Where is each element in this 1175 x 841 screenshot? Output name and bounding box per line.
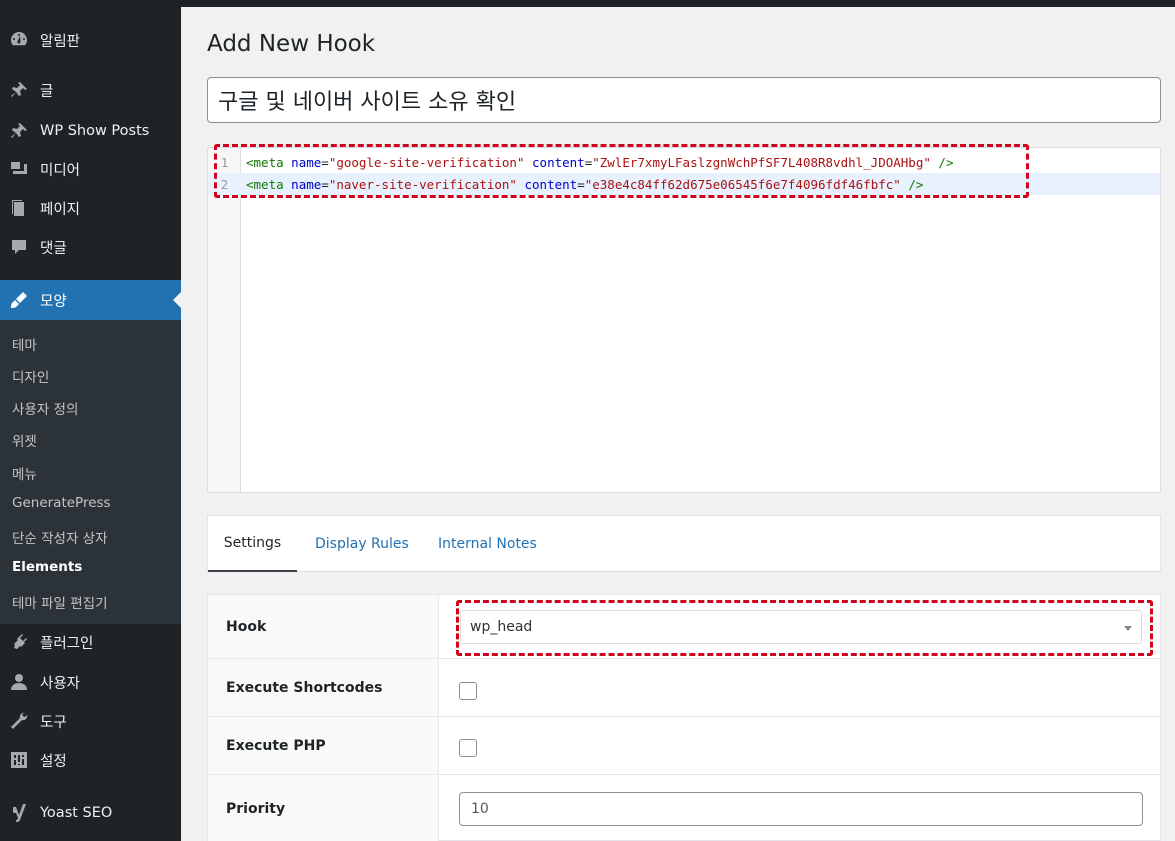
hook-label: Hook [208, 595, 439, 658]
settings-table: Hook wp_head Execute Shortcodes Execute … [207, 594, 1161, 841]
plugins-icon [9, 632, 29, 652]
comments-icon [9, 237, 29, 257]
users-icon [9, 672, 29, 692]
code-editor[interactable]: 1 <meta name="google-site-verification" … [207, 147, 1161, 493]
code-line[interactable]: 1 <meta name="google-site-verification" … [208, 151, 1160, 173]
tab-display-rules[interactable]: Display Rules [315, 516, 409, 572]
hook-title-input[interactable]: 구글 및 네이버 사이트 소유 확인 [207, 77, 1161, 123]
submenu-item-design[interactable]: 디자인 [12, 366, 49, 386]
sidebar-item-label: WP Show Posts [40, 123, 150, 139]
submenu-item-widgets[interactable]: 위젯 [12, 430, 37, 450]
sidebar-item-comments[interactable]: 댓글 [0, 231, 181, 263]
submenu-item-generatepress[interactable]: GeneratePress [12, 495, 111, 511]
priority-input[interactable]: 10 [459, 792, 1143, 826]
sidebar-item-label: 글 [40, 83, 54, 100]
code-content: <meta name="google-site-verification" co… [246, 154, 954, 170]
hook-select-value: wp_head [470, 619, 533, 635]
element-tabs: Settings Display Rules Internal Notes [207, 515, 1161, 572]
tab-internal-notes[interactable]: Internal Notes [438, 516, 537, 572]
tab-settings[interactable]: Settings [208, 516, 297, 572]
priority-label: Priority [208, 775, 439, 841]
pages-icon [9, 198, 29, 218]
sidebar-item-yoast-seo[interactable]: Yoast SEO [0, 797, 181, 829]
sidebar-item-label: 알림판 [40, 33, 81, 50]
line-gutter [208, 148, 241, 492]
line-number: 1 [220, 154, 229, 170]
sidebar-item-label: 플러그인 [40, 635, 94, 652]
sidebar-item-posts[interactable]: 글 [0, 74, 181, 106]
admin-sidebar: 알림판 글 WP Show Posts 미디어 페이지 댓글 모양 테마 디자인… [0, 0, 181, 841]
appearance-submenu: 테마 디자인 사용자 정의 위젯 메뉴 GeneratePress 단순 작성자… [0, 320, 181, 624]
pin-icon [9, 121, 29, 141]
submenu-item-theme-editor[interactable]: 테마 파일 편집기 [12, 592, 108, 612]
media-icon [9, 159, 29, 179]
php-label: Execute PHP [208, 717, 439, 774]
sidebar-item-media[interactable]: 미디어 [0, 153, 181, 185]
sidebar-item-label: 페이지 [40, 201, 81, 218]
code-content: <meta name="naver-site-verification" con… [246, 176, 924, 192]
sidebar-item-dashboard[interactable]: 알림판 [0, 24, 181, 56]
tools-icon [9, 711, 29, 731]
dashboard-icon [9, 30, 29, 50]
shortcodes-label: Execute Shortcodes [208, 659, 439, 716]
sidebar-item-wp-show-posts[interactable]: WP Show Posts [0, 115, 181, 147]
sidebar-item-label: Yoast SEO [40, 805, 113, 821]
sidebar-item-pages[interactable]: 페이지 [0, 192, 181, 224]
sidebar-item-plugins[interactable]: 플러그인 [0, 626, 181, 658]
sidebar-item-users[interactable]: 사용자 [0, 666, 181, 698]
shortcodes-row: Execute Shortcodes [208, 659, 1160, 717]
sidebar-item-label: 설정 [40, 753, 67, 770]
page-title: Add New Hook [207, 31, 376, 57]
submenu-item-author-box[interactable]: 단순 작성자 상자 [12, 527, 108, 547]
sidebar-item-tools[interactable]: 도구 [0, 705, 181, 737]
settings-icon [9, 750, 29, 770]
sidebar-item-label: 미디어 [40, 162, 81, 179]
execute-php-checkbox[interactable] [459, 739, 477, 757]
sidebar-item-label: 도구 [40, 714, 67, 731]
sidebar-item-settings[interactable]: 설정 [0, 744, 181, 776]
yoast-icon [9, 803, 29, 823]
hook-row: Hook wp_head [208, 595, 1160, 659]
pin-icon [9, 80, 29, 100]
execute-shortcodes-checkbox[interactable] [459, 682, 477, 700]
submenu-item-themes[interactable]: 테마 [12, 334, 37, 354]
sidebar-item-label: 댓글 [40, 240, 67, 257]
submenu-item-customize[interactable]: 사용자 정의 [12, 398, 78, 418]
php-row: Execute PHP [208, 717, 1160, 775]
sidebar-item-label: 모양 [40, 293, 67, 310]
submenu-item-elements[interactable]: Elements [12, 559, 82, 575]
hook-select[interactable]: wp_head [460, 610, 1142, 644]
code-line[interactable]: 2 <meta name="naver-site-verification" c… [208, 173, 1160, 195]
sidebar-item-appearance[interactable]: 모양 [0, 280, 181, 320]
priority-row: Priority 10 [208, 775, 1160, 841]
sidebar-item-label: 사용자 [40, 675, 81, 692]
chevron-down-icon [1124, 626, 1132, 631]
line-number: 2 [220, 176, 229, 192]
submenu-item-menus[interactable]: 메뉴 [12, 463, 37, 483]
appearance-icon [9, 290, 29, 310]
